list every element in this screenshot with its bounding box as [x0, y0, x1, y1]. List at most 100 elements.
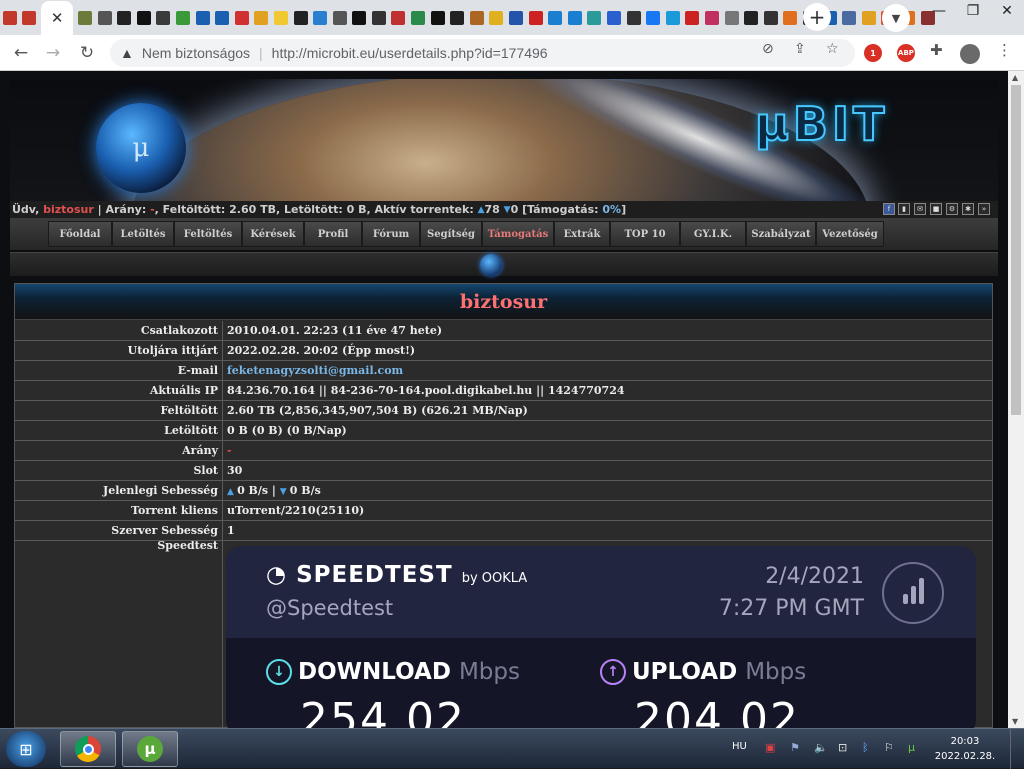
kebab-menu-icon[interactable]: ⋮ [997, 41, 1012, 59]
not-secure-label[interactable]: Nem biztonságos [142, 45, 250, 61]
n-favicon[interactable] [2, 10, 17, 25]
support-value[interactable]: 0% [602, 203, 621, 216]
green-favicon[interactable] [175, 10, 190, 25]
menu-item-5[interactable]: Fórum [362, 221, 420, 247]
profile-avatar[interactable] [960, 44, 980, 64]
xl-favicon[interactable] [685, 10, 700, 25]
tab-search-button[interactable]: ▼ [882, 4, 910, 32]
back-button[interactable]: ← [8, 40, 34, 66]
menu-item-4[interactable]: Profil [304, 221, 362, 247]
b-favicon[interactable] [842, 10, 857, 25]
grid-favicon[interactable] [156, 10, 171, 25]
bluetooth-icon[interactable]: ᛒ [862, 741, 869, 754]
close-tab-icon[interactable]: ✕ [51, 9, 64, 27]
wave-favicon[interactable] [313, 10, 328, 25]
circle-favicon[interactable] [665, 10, 680, 25]
c-favicon[interactable] [77, 10, 92, 25]
start-button[interactable]: ⊞ [6, 731, 46, 767]
hat-favicon[interactable] [332, 10, 347, 25]
forward-button[interactable]: → [40, 40, 66, 66]
taskbar-chrome[interactable] [60, 731, 116, 767]
pdf-favicon[interactable] [22, 10, 37, 25]
box-favicon[interactable] [528, 10, 543, 25]
show-desktop-button[interactable] [1010, 729, 1024, 769]
h-favicon[interactable] [763, 10, 778, 25]
scroll-down-arrow-icon[interactable]: ▼ [1012, 717, 1018, 726]
url-text[interactable]: http://microbit.eu/userdetails.php?id=17… [272, 45, 548, 61]
share-icon[interactable]: ⇪ [794, 41, 806, 57]
eye-off-icon[interactable]: ⊘ [762, 41, 774, 57]
menu-item-8[interactable]: Extrák [554, 221, 610, 247]
taskbar-utorrent[interactable]: µ [122, 731, 178, 767]
bookmark-icon[interactable]: ▮ [898, 203, 910, 215]
settings-icon[interactable]: ⚙ [946, 203, 958, 215]
minimize-button[interactable]: — [922, 0, 956, 22]
site-logo[interactable]: μBIT [754, 96, 888, 152]
circle-favicon[interactable] [861, 10, 876, 25]
page-scrollbar[interactable]: ▲ ▼ [1008, 71, 1024, 728]
cat-favicon[interactable] [254, 10, 269, 25]
security-tray-icon[interactable]: ▣ [765, 741, 775, 754]
tools-icon[interactable]: ✱ [962, 203, 974, 215]
yellow-favicon[interactable] [273, 10, 288, 25]
grid-favicon[interactable] [587, 10, 602, 25]
flag-icon[interactable]: ⚐ [884, 741, 894, 754]
f-favicon[interactable] [646, 10, 661, 25]
h-favicon[interactable] [704, 10, 719, 25]
m-favicon[interactable] [391, 10, 406, 25]
menu-item-1[interactable]: Letöltés [112, 221, 174, 247]
menu-item-10[interactable]: GY.I.K. [680, 221, 746, 247]
message-icon[interactable]: ■ [930, 203, 942, 215]
puzzle-icon[interactable]: ✚ [930, 41, 943, 59]
img-favicon[interactable] [469, 10, 484, 25]
c-favicon[interactable] [136, 10, 151, 25]
cube-favicon[interactable] [509, 10, 524, 25]
globe-favicon[interactable] [411, 10, 426, 25]
utorrent-tray-icon[interactable]: µ [908, 741, 915, 754]
m-favicon[interactable] [293, 10, 308, 25]
volume-icon[interactable]: 🔈 [814, 741, 828, 754]
h1-favicon[interactable] [117, 10, 132, 25]
red-favicon[interactable] [234, 10, 249, 25]
menu-item-3[interactable]: Kérések [242, 221, 304, 247]
speedtest-result-image[interactable]: ◔ SPEEDTEST by OOKLA @Speedtest 2/4/2021… [226, 546, 976, 728]
menu-item-0[interactable]: Főoldal [48, 221, 112, 247]
scrollbar-thumb[interactable] [1011, 85, 1021, 415]
reload-button[interactable]: ↻ [74, 40, 100, 66]
menu-item-9[interactable]: TOP 10 [610, 221, 680, 247]
system-clock[interactable]: 20:03 2022.02.28. [930, 734, 1000, 764]
active-tab[interactable]: ✕ [41, 1, 74, 35]
m-favicon[interactable] [97, 10, 112, 25]
network-icon[interactable]: ⊡ [838, 741, 847, 754]
d-favicon[interactable] [352, 10, 367, 25]
paper-favicon[interactable] [607, 10, 622, 25]
action-center-icon[interactable]: ⚑ [790, 741, 800, 754]
close-window-button[interactable]: ✕ [990, 0, 1024, 22]
new-tab-button[interactable]: + [803, 3, 831, 31]
menu-item-11[interactable]: Szabályzat [746, 221, 816, 247]
circle-favicon[interactable] [724, 10, 739, 25]
scroll-up-arrow-icon[interactable]: ▲ [1012, 73, 1018, 82]
restore-button[interactable]: ❐ [956, 0, 990, 22]
bar-favicon[interactable] [626, 10, 641, 25]
address-bar[interactable]: ▲ Nem biztonságos | http://microbit.eu/u… [110, 39, 855, 67]
menu-item-12[interactable]: Vezetőség [816, 221, 884, 247]
face-favicon[interactable] [450, 10, 465, 25]
ms-favicon[interactable] [371, 10, 386, 25]
menu-item-6[interactable]: Segítség [420, 221, 482, 247]
mail-icon[interactable]: ✉ [914, 203, 926, 215]
ms-favicon[interactable] [567, 10, 582, 25]
circle-favicon[interactable] [548, 10, 563, 25]
facebook-icon[interactable]: f [883, 203, 895, 215]
b-favicon[interactable] [783, 10, 798, 25]
film-favicon[interactable] [430, 10, 445, 25]
menu-item-7[interactable]: Támogatás [482, 221, 554, 247]
username-link[interactable]: biztosur [43, 203, 94, 216]
extension-badge-icon[interactable]: 1 [864, 44, 882, 62]
star-favicon[interactable] [489, 10, 504, 25]
logout-icon[interactable]: » [978, 203, 990, 215]
adblock-icon[interactable]: ABP [897, 44, 915, 62]
square-favicon[interactable] [744, 10, 759, 25]
menu-item-2[interactable]: Feltöltés [174, 221, 242, 247]
profile-row-value[interactable]: feketenagyzsolti@gmail.com [223, 361, 403, 380]
